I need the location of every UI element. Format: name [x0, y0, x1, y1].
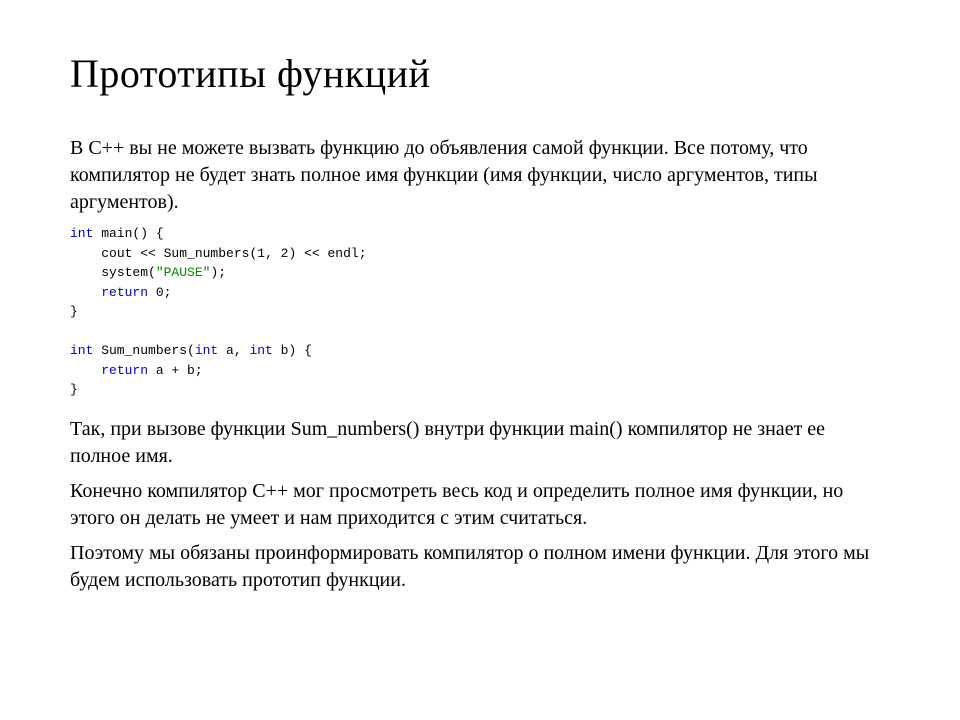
code-keyword: int [70, 226, 93, 241]
code-string: "PAUSE" [156, 265, 211, 280]
code-indent [70, 363, 101, 378]
paragraph-3: Конечно компилятор C++ мог просмотреть в… [70, 478, 890, 532]
code-number: 0 [156, 285, 164, 300]
code-keyword: return [101, 363, 148, 378]
code-text: Sum_numbers( [93, 343, 194, 358]
code-text: a + b; [148, 363, 203, 378]
code-text: a, [218, 343, 249, 358]
code-indent [70, 246, 101, 261]
code-indent [70, 285, 101, 300]
code-number: 1 [257, 246, 265, 261]
code-text: b) { [273, 343, 312, 358]
code-text: , [265, 246, 281, 261]
paragraph-4: Поэтому мы обязаны проинформировать комп… [70, 540, 890, 594]
code-text: main() { [93, 226, 163, 241]
code-text: ); [210, 265, 226, 280]
code-keyword: int [70, 343, 93, 358]
code-keyword: int [195, 343, 218, 358]
code-text: ) << endl; [288, 246, 366, 261]
code-keyword: return [101, 285, 148, 300]
code-text: system( [101, 265, 156, 280]
code-indent [70, 265, 101, 280]
page-title: Прототипы функций [70, 50, 890, 97]
code-text [148, 285, 156, 300]
paragraph-2: Так, при вызове функции Sum_numbers() вн… [70, 416, 890, 470]
code-keyword: int [249, 343, 272, 358]
code-text: } [70, 304, 78, 319]
code-text: } [70, 382, 78, 397]
code-text: cout << Sum_numbers( [101, 246, 257, 261]
paragraph-intro: В C++ вы не можете вызвать функцию до об… [70, 135, 890, 216]
code-example: int main() { cout << Sum_numbers(1, 2) <… [70, 224, 890, 400]
code-text: ; [164, 285, 172, 300]
